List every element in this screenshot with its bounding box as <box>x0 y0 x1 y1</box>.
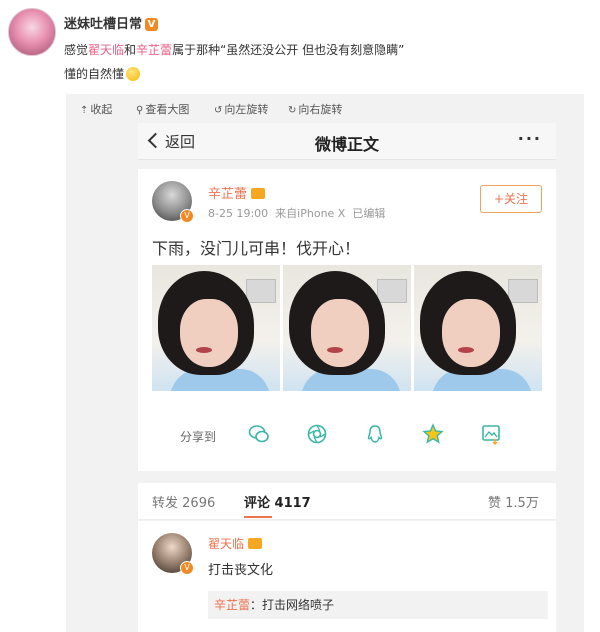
expanded-image-panel: ⇡ 收起 ⚲ 查看大图 ↺ 向左旋转 ↻ 向右旋转 返回 微博正文 ··· V 辛芷蕾 … <box>66 94 584 632</box>
tab-repost[interactable]: 转发 2696 <box>152 492 215 511</box>
outer-post-text-line2: 懂的自然懂 <box>64 65 141 82</box>
counts-bar: 转发 2696 评论 4117 赞 1.5万 <box>138 483 556 520</box>
author-name[interactable]: 迷妹吐槽日常 <box>64 17 142 32</box>
post-author[interactable]: 辛芷蕾 <box>208 183 266 202</box>
share-row: 分享到 <box>138 421 556 451</box>
rotate-right-button[interactable]: ↻ 向右旋转 <box>288 101 342 117</box>
mention-name1[interactable]: 翟天临 <box>88 43 124 57</box>
outer-author[interactable]: 迷妹吐槽日常 V <box>64 13 159 32</box>
mention-name2[interactable]: 辛芷蕾 <box>136 43 172 57</box>
verified-badge-icon: V <box>145 18 159 31</box>
reply-text: 打击网络喷子 <box>262 598 335 612</box>
comment-author[interactable]: 翟天临 <box>208 535 263 552</box>
search-icon: ⚲ <box>136 105 144 116</box>
save-image-icon[interactable] <box>480 423 502 445</box>
active-tab-indicator <box>244 516 272 518</box>
arrow-up-icon: ⇡ <box>80 105 89 116</box>
reply-box[interactable]: 辛芷蕾：打击网络喷子 <box>208 591 548 619</box>
reply-author[interactable]: 辛芷蕾 <box>214 598 250 612</box>
moments-icon[interactable] <box>306 423 328 445</box>
collapse-button[interactable]: ⇡ 收起 <box>80 101 112 117</box>
outer-weibo-post: 迷妹吐槽日常 V 感觉翟天临和辛芷蕾属于那种“虽然还没公开 但也没有刻意隐瞒” 懂… <box>0 0 600 632</box>
phone-nav-bar: 返回 微博正文 ··· <box>138 123 556 160</box>
outer-post-text: 感觉翟天临和辛芷蕾属于那种“虽然还没公开 但也没有刻意隐瞒” <box>64 43 405 57</box>
vip-crown-icon <box>251 188 266 199</box>
post-photo[interactable] <box>414 265 542 391</box>
post-photo[interactable] <box>283 265 411 391</box>
verified-badge-icon: V <box>180 209 194 223</box>
rotate-right-icon: ↻ <box>288 105 297 116</box>
follow-button[interactable]: +关注 <box>480 185 542 213</box>
tab-like[interactable]: 赞 1.5万 <box>488 492 539 511</box>
photo-grid <box>152 265 542 391</box>
qq-icon[interactable] <box>364 423 386 445</box>
more-button[interactable]: ··· <box>518 129 542 148</box>
post-text: 下雨，没门儿可串！伐开心！ <box>152 239 361 258</box>
post-source: 来自iPhone X <box>275 207 346 220</box>
verified-badge-icon: V <box>180 561 194 575</box>
qzone-icon[interactable] <box>422 423 444 445</box>
comment-text: 打击丧文化 <box>208 563 274 578</box>
view-large-button[interactable]: ⚲ 查看大图 <box>136 101 189 117</box>
post-photo[interactable] <box>152 265 280 391</box>
phone-screenshot: 返回 微博正文 ··· V 辛芷蕾 8-25 19:00 来自iPhone X … <box>138 123 556 632</box>
avatar[interactable] <box>8 8 56 56</box>
post-time: 8-25 19:00 <box>208 207 269 220</box>
rotate-left-icon: ↺ <box>214 105 223 116</box>
vip-crown-icon <box>248 538 263 549</box>
page-title: 微博正文 <box>314 135 379 154</box>
smile-emoji-icon <box>126 67 141 81</box>
edited-tag: 已编辑 <box>352 207 386 220</box>
tab-comment[interactable]: 评论 4117 <box>244 492 311 511</box>
comment-item: V 翟天临 打击丧文化 辛芷蕾：打击网络喷子 <box>138 521 556 632</box>
wechat-icon[interactable] <box>248 423 270 445</box>
post-meta: 8-25 19:00 来自iPhone X 已编辑 <box>208 205 385 221</box>
share-label: 分享到 <box>180 430 217 444</box>
post-card: V 辛芷蕾 8-25 19:00 来自iPhone X 已编辑 +关注 下雨，没… <box>138 169 556 471</box>
image-toolbar: ⇡ 收起 ⚲ 查看大图 ↺ 向左旋转 ↻ 向右旋转 <box>66 94 584 122</box>
rotate-left-button[interactable]: ↺ 向左旋转 <box>214 101 268 117</box>
